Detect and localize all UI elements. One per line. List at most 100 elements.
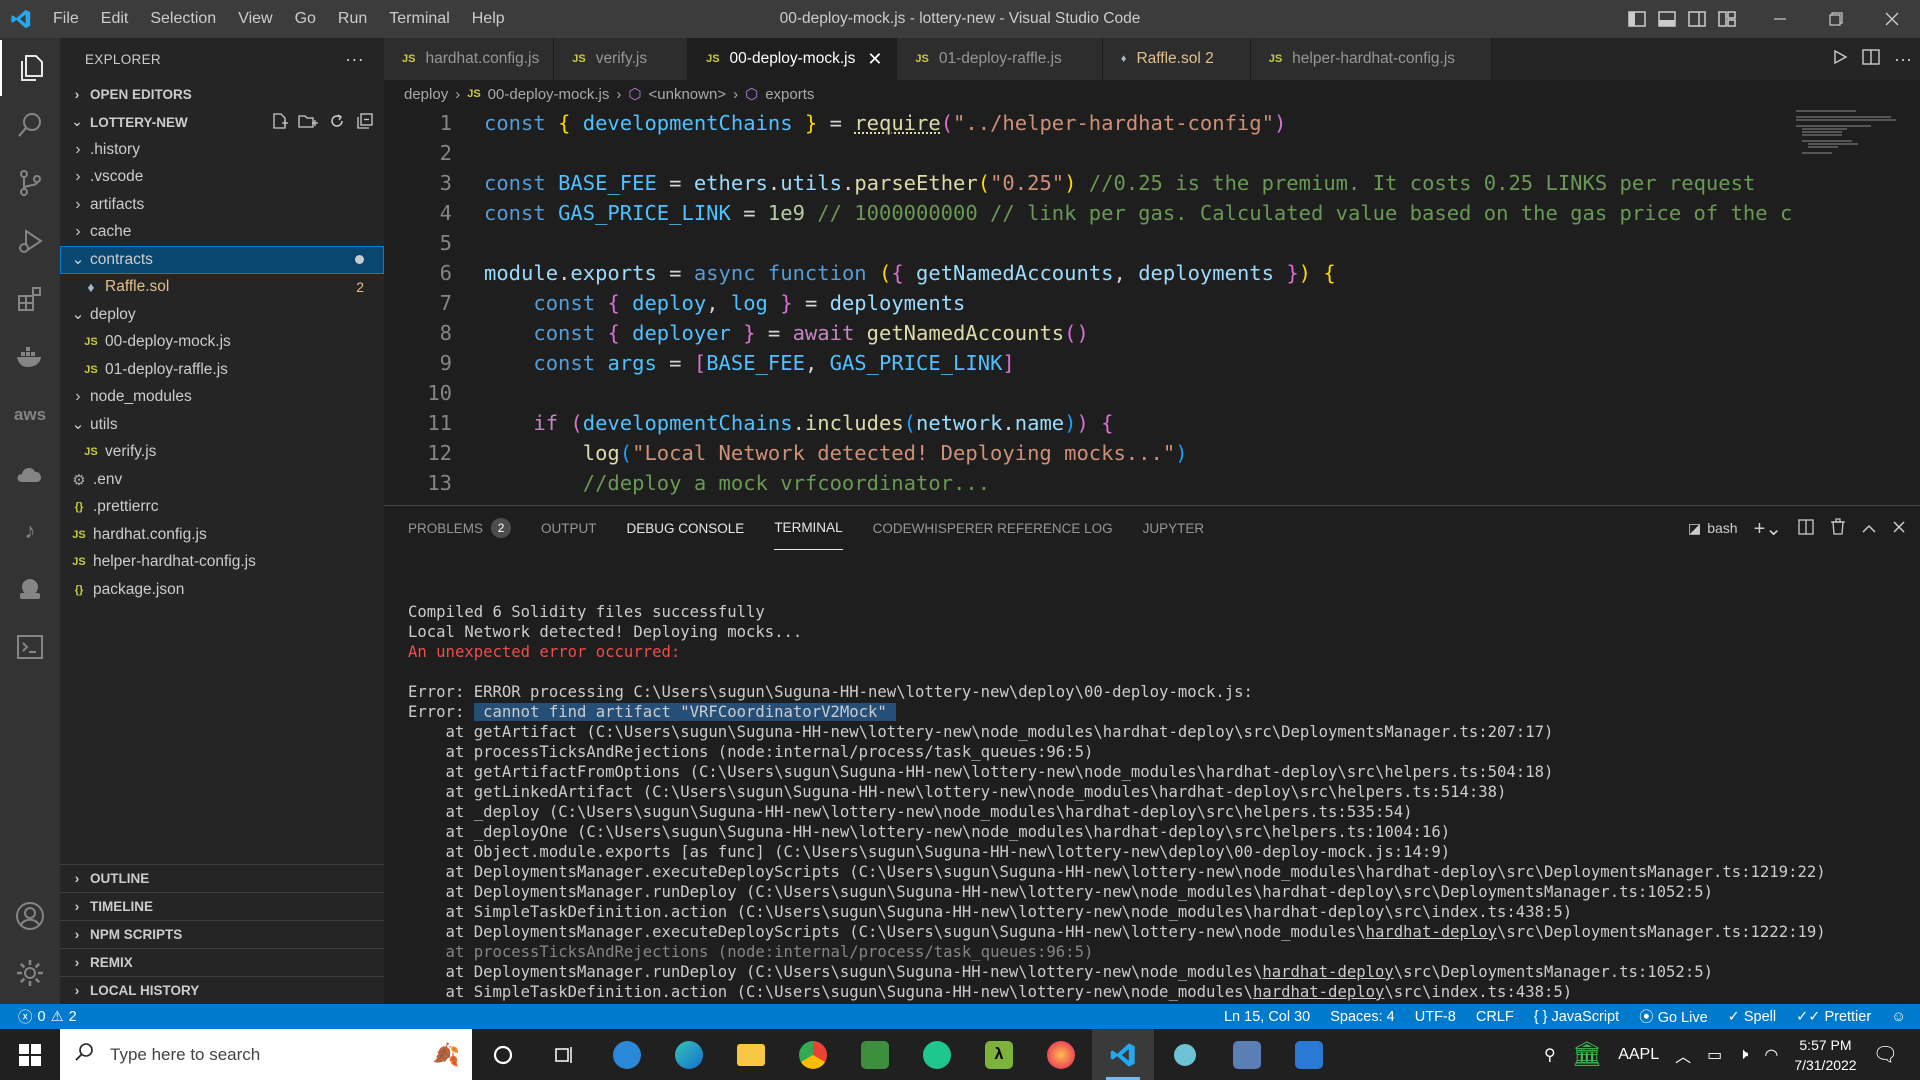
tree-file[interactable]: ⚙ .env — [60, 466, 384, 494]
taskbar-search[interactable]: Type here to search 🍂 — [60, 1029, 472, 1080]
breadcrumb-item[interactable]: deploy — [404, 86, 448, 103]
file-explorer-icon[interactable] — [720, 1029, 782, 1080]
paw-app-icon[interactable] — [1154, 1029, 1216, 1080]
tab-output[interactable]: OUTPUT — [541, 506, 597, 550]
terminal-link[interactable]: hardhat-deploy — [1366, 923, 1497, 941]
docker-icon[interactable] — [0, 329, 60, 385]
account-icon[interactable] — [0, 888, 60, 944]
menu-edit[interactable]: Edit — [90, 0, 140, 38]
tree-folder[interactable]: ⌄ contracts — [60, 246, 384, 274]
close-window-icon[interactable] — [1864, 12, 1920, 26]
search-icon[interactable] — [0, 97, 60, 153]
split-terminal-icon[interactable] — [1798, 518, 1814, 538]
teams-meet-icon[interactable] — [596, 1029, 658, 1080]
tree-folder[interactable]: ⌄ utils — [60, 411, 384, 439]
notification-icon[interactable]: 🗨 — [1873, 1042, 1898, 1067]
tree-file[interactable]: JS verify.js — [60, 439, 384, 467]
chrome-icon[interactable] — [782, 1029, 844, 1080]
minimize-icon[interactable] — [1752, 12, 1808, 26]
tab-raffle-sol[interactable]: ♦ Raffle.sol 2 — [1102, 38, 1251, 80]
tab-codewhisperer-log[interactable]: CODEWHISPERER REFERENCE LOG — [873, 506, 1113, 550]
cloud-icon[interactable] — [0, 445, 60, 501]
explorer-icon[interactable] — [0, 40, 60, 96]
refresh-icon[interactable] — [328, 112, 346, 133]
spell-button[interactable]: ✓ Spell — [1728, 1009, 1776, 1025]
tab-helper-hardhat-config[interactable]: JS helper-hardhat-config.js — [1250, 38, 1493, 80]
new-terminal-icon[interactable]: +⌄ — [1754, 516, 1782, 541]
remix-section[interactable]: › REMIX — [60, 948, 384, 976]
tab-debug-console[interactable]: DEBUG CONSOLE — [627, 506, 745, 550]
line-ending[interactable]: CRLF — [1476, 1009, 1514, 1025]
people-icon[interactable]: ⚲ — [1544, 1045, 1556, 1065]
terminal-icon[interactable] — [0, 619, 60, 675]
encoding[interactable]: UTF-8 — [1415, 1009, 1456, 1025]
prettier-button[interactable]: ✓✓ Prettier — [1796, 1009, 1871, 1025]
menu-go[interactable]: Go — [284, 0, 327, 38]
extensions-icon[interactable] — [0, 271, 60, 327]
tab-00-deploy-mock[interactable]: JS 00-deploy-mock.js ✕ — [688, 38, 898, 80]
menu-run[interactable]: Run — [327, 0, 378, 38]
stock-bank-icon[interactable]: 🏛 — [1572, 1040, 1602, 1069]
terminal-output[interactable]: Compiled 6 Solidity files successfully Lo… — [408, 602, 1908, 1002]
volume-icon[interactable]: 🕨 — [1738, 1046, 1748, 1064]
tree-folder[interactable]: › cache — [60, 219, 384, 247]
collapse-all-icon[interactable] — [356, 112, 374, 133]
tab-problems[interactable]: PROBLEMS 2 — [408, 506, 512, 550]
menu-file[interactable]: File — [42, 0, 90, 38]
tree-folder[interactable]: › .vscode — [60, 164, 384, 192]
menu-terminal[interactable]: Terminal — [378, 0, 460, 38]
customize-layout-icon[interactable] — [1712, 11, 1742, 27]
new-folder-icon[interactable] — [298, 112, 318, 133]
go-live-button[interactable]: ⦿ Go Live — [1639, 1006, 1708, 1027]
task-view-icon[interactable] — [534, 1029, 596, 1080]
tree-file[interactable]: JS 01-deploy-raffle.js — [60, 356, 384, 384]
edge-icon[interactable] — [658, 1029, 720, 1080]
run-debug-icon[interactable] — [0, 213, 60, 269]
tree-file[interactable]: JS helper-hardhat-config.js — [60, 549, 384, 577]
maximize-panel-icon[interactable] — [1862, 520, 1876, 536]
settings-gear-icon[interactable] — [0, 945, 60, 1001]
menu-selection[interactable]: Selection — [139, 0, 227, 38]
feedback-icon[interactable]: ☺ — [1891, 1009, 1906, 1025]
language-mode[interactable]: { } JavaScript — [1534, 1009, 1619, 1025]
tree-file[interactable]: JS 00-deploy-mock.js — [60, 329, 384, 357]
menu-help[interactable]: Help — [461, 0, 516, 38]
tree-folder[interactable]: › node_modules — [60, 384, 384, 412]
local-history-section[interactable]: › LOCAL HISTORY — [60, 976, 384, 1004]
minimap[interactable] — [1796, 108, 1906, 208]
tree-file[interactable]: ♦ Raffle.sol 2 — [60, 274, 384, 302]
project-section[interactable]: ⌄ LOTTERY-NEW — [60, 108, 384, 136]
restore-icon[interactable] — [1808, 12, 1864, 26]
toggle-sidebar-icon[interactable] — [1622, 11, 1652, 27]
timeline-section[interactable]: › TIMELINE — [60, 892, 384, 920]
source-control-icon[interactable] — [0, 155, 60, 211]
problems-status[interactable]: ⓧ 0 ⚠ 2 — [0, 1006, 77, 1027]
terminal-shell-selector[interactable]: ◪ bash — [1688, 520, 1738, 537]
spreadsheet-app-icon[interactable] — [844, 1029, 906, 1080]
close-panel-icon[interactable] — [1892, 520, 1906, 537]
toggle-secondary-sidebar-icon[interactable] — [1682, 11, 1712, 27]
outline-section[interactable]: › OUTLINE — [60, 864, 384, 892]
menu-view[interactable]: View — [227, 0, 283, 38]
tab-hardhat-config[interactable]: JS hardhat.config.js — [384, 38, 555, 80]
aws-icon[interactable]: aws — [0, 387, 60, 443]
tree-file[interactable]: JS hardhat.config.js — [60, 521, 384, 549]
tree-folder[interactable]: ⌄ deploy — [60, 301, 384, 329]
cortana-icon[interactable] — [472, 1029, 534, 1080]
lambda-app-icon[interactable]: λ — [968, 1029, 1030, 1080]
stock-ticker[interactable]: AAPL — [1618, 1046, 1659, 1064]
indentation[interactable]: Spaces: 4 — [1330, 1009, 1395, 1025]
toggle-panel-icon[interactable] — [1652, 11, 1682, 27]
new-file-icon[interactable] — [270, 112, 288, 133]
tab-terminal[interactable]: TERMINAL — [774, 506, 843, 550]
tree-file[interactable]: {} package.json — [60, 576, 384, 604]
breadcrumb-item[interactable]: exports — [765, 86, 814, 103]
firefox-icon[interactable] — [1030, 1029, 1092, 1080]
tab-jupyter[interactable]: JUPYTER — [1143, 506, 1205, 550]
terminal-link[interactable]: hardhat-deploy — [1262, 963, 1393, 981]
wifi-icon[interactable]: ◠ — [1764, 1045, 1778, 1065]
tab-01-deploy-raffle[interactable]: JS 01-deploy-raffle.js — [897, 38, 1103, 80]
cursor-position[interactable]: Ln 15, Col 30 — [1224, 1009, 1310, 1025]
chevron-up-icon[interactable]: ︿ — [1675, 1043, 1691, 1067]
trash-icon[interactable] — [1830, 518, 1846, 538]
